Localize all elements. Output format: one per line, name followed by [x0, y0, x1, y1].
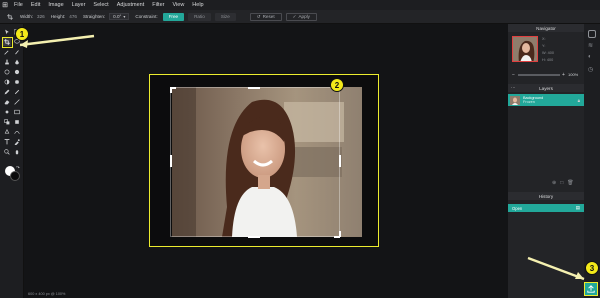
step-badge-3: 3	[585, 261, 599, 275]
annotation-arrows	[19, 34, 585, 281]
step-badge-2: 2	[330, 78, 344, 92]
step-badge-1: 1	[15, 27, 29, 41]
